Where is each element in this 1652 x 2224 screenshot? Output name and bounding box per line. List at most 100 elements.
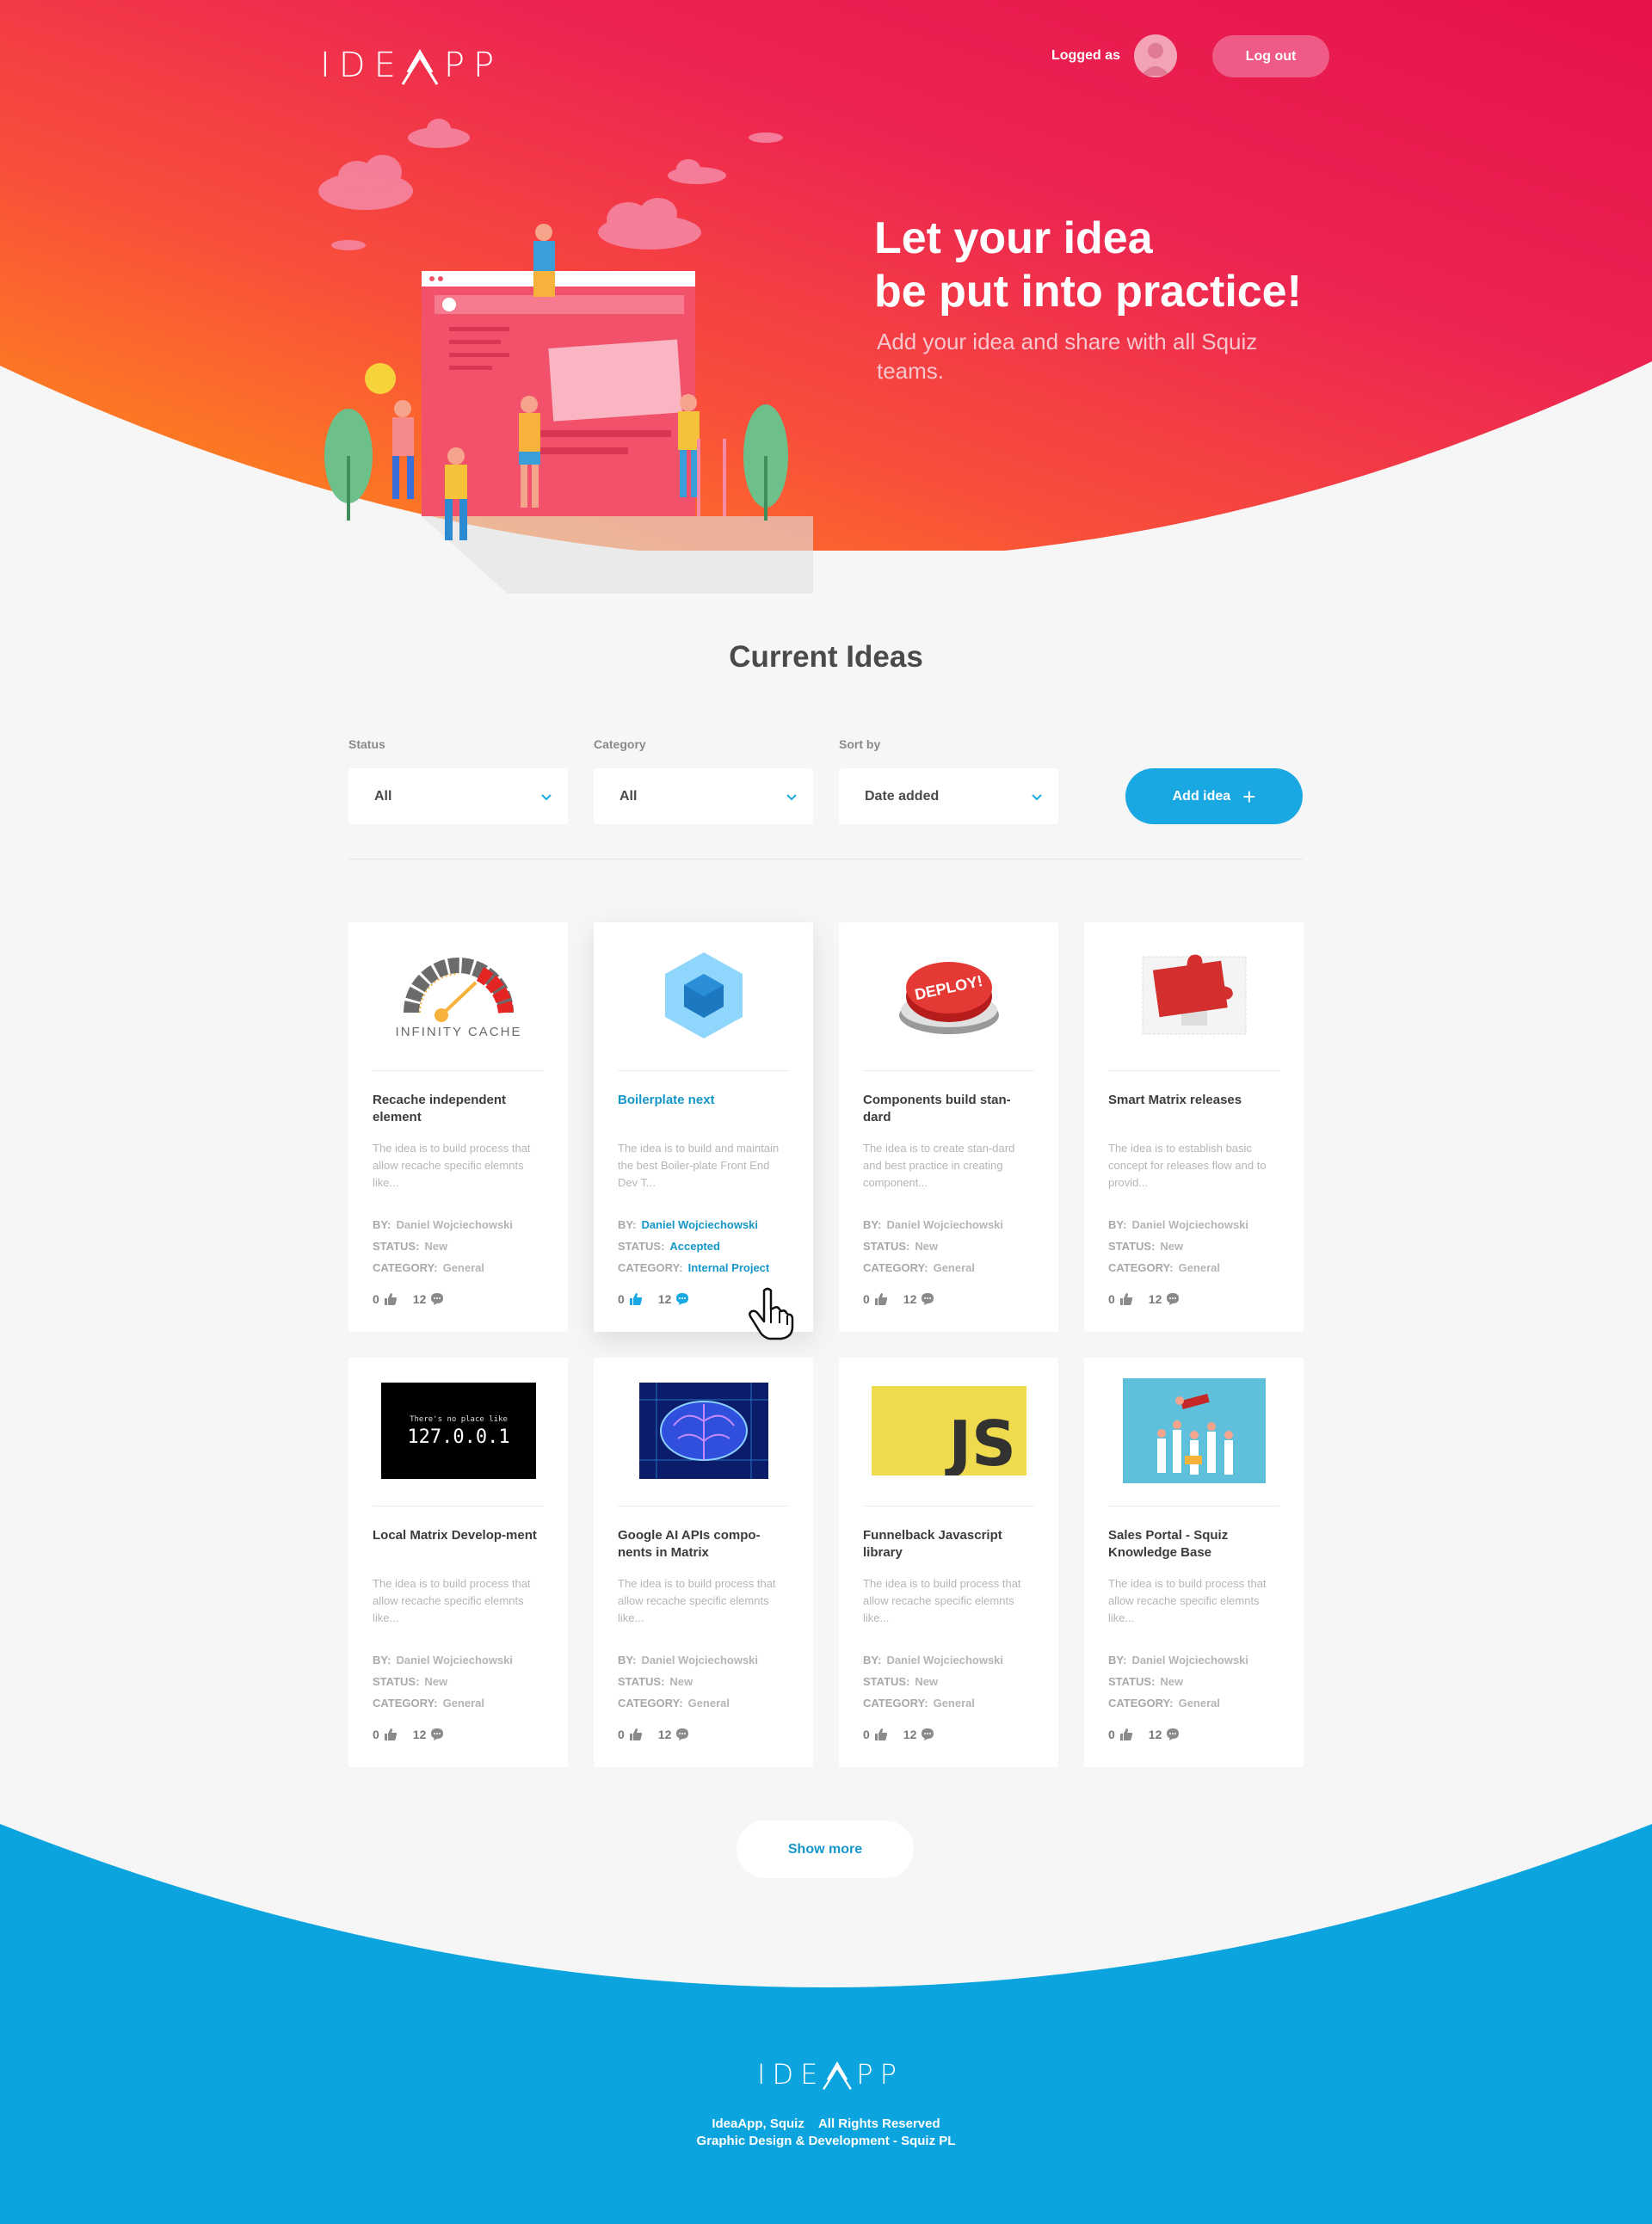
category-label: CATEGORY: [1108, 1697, 1174, 1710]
author-label: BY: [863, 1218, 882, 1231]
chevron-down-icon [541, 794, 552, 801]
idea-card[interactable]: DEPLOY! Components build stan-dard The i… [839, 922, 1058, 1332]
logout-button[interactable]: Log out [1212, 35, 1329, 77]
idea-card-category: CATEGORY: General [1108, 1261, 1293, 1274]
user-avatar-icon [1141, 43, 1170, 76]
sort-filter-label: Sort by [839, 737, 881, 751]
likes-count: 0 [618, 1292, 625, 1306]
footer-logo[interactable]: IDE PP [757, 2058, 903, 2091]
idea-card[interactable]: Boilerplate next The idea is to build an… [594, 922, 813, 1332]
idea-card-stats: 0 12 [618, 1292, 689, 1306]
comment-icon[interactable] [675, 1728, 689, 1741]
likes-count: 0 [863, 1292, 870, 1306]
comment-icon[interactable] [1166, 1728, 1180, 1741]
comment-icon[interactable] [921, 1728, 934, 1741]
idea-card-title[interactable]: Components build stan-dard [863, 1092, 1034, 1126]
category-value[interactable]: Internal Project [688, 1261, 770, 1274]
thumbs-up-icon[interactable] [1119, 1728, 1133, 1741]
app-logo[interactable]: IDE PP [320, 45, 502, 86]
thumbs-up-icon[interactable] [384, 1728, 398, 1741]
status-label: STATUS: [373, 1240, 420, 1253]
idea-card[interactable]: Smart Matrix releases The idea is to est… [1084, 922, 1304, 1332]
author-value[interactable]: Daniel Wojciechowski [641, 1218, 758, 1231]
thumbs-up-icon[interactable] [629, 1728, 643, 1741]
comment-icon[interactable] [1166, 1292, 1180, 1306]
idea-card-status: STATUS: New [1108, 1240, 1293, 1253]
idea-card-author: BY: Daniel Wojciechowski [863, 1654, 1048, 1666]
logo-a-mark-icon [823, 2061, 853, 2091]
idea-card-status: STATUS: New [373, 1240, 558, 1253]
category-label: CATEGORY: [373, 1697, 438, 1710]
status-label: STATUS: [1108, 1240, 1156, 1253]
comments-count: 12 [412, 1728, 427, 1741]
idea-card-description: The idea is to build process that allow … [1108, 1577, 1267, 1624]
category-select[interactable]: All [594, 768, 813, 824]
category-value: General [1178, 1261, 1221, 1274]
category-label: CATEGORY: [1108, 1261, 1174, 1274]
idea-card-category: CATEGORY: General [373, 1697, 558, 1710]
status-label: STATUS: [618, 1240, 665, 1253]
idea-card-stats: 0 12 [1108, 1728, 1180, 1741]
thumbs-up-icon[interactable] [874, 1292, 888, 1306]
footer-logo-text-right: PP [856, 2058, 903, 2091]
thumbs-up-icon[interactable] [1119, 1292, 1133, 1306]
user-avatar[interactable] [1134, 34, 1177, 77]
author-value: Daniel Wojciechowski [396, 1218, 514, 1231]
idea-card-image: INFINITY CACHE [373, 940, 544, 1051]
idea-card-title[interactable]: Sales Portal - Squiz Knowledge Base [1108, 1527, 1279, 1562]
idea-card-title[interactable]: Recache independent element [373, 1092, 544, 1126]
idea-card-stats: 0 12 [1108, 1292, 1180, 1306]
comments-count: 12 [1148, 1292, 1162, 1306]
likes-count: 0 [1108, 1728, 1115, 1741]
thumbs-up-icon[interactable] [874, 1728, 888, 1741]
idea-card-title[interactable]: Smart Matrix releases [1108, 1092, 1279, 1109]
status-value: New [669, 1675, 693, 1688]
author-value: Daniel Wojciechowski [886, 1654, 1004, 1666]
image-text: 127.0.0.1 [407, 1426, 509, 1448]
idea-card-image: DEPLOY! [863, 940, 1034, 1051]
idea-card-title[interactable]: Google AI APIs compo-nents in Matrix [618, 1527, 789, 1562]
comments-count: 12 [412, 1292, 427, 1306]
comment-icon[interactable] [430, 1728, 444, 1741]
idea-card-divider [373, 1070, 544, 1071]
idea-card[interactable]: Sales Portal - Squiz Knowledge Base The … [1084, 1358, 1304, 1767]
idea-card-title[interactable]: Funnelback Javascript library [863, 1527, 1034, 1562]
status-label: STATUS: [863, 1240, 910, 1253]
idea-card-status: STATUS: New [373, 1675, 558, 1688]
idea-card-category: CATEGORY: Internal Project [618, 1261, 803, 1274]
status-select[interactable]: All [348, 768, 568, 824]
idea-card-author: BY: Daniel Wojciechowski [863, 1218, 1048, 1231]
comment-icon[interactable] [675, 1292, 689, 1306]
show-more-button[interactable]: Show more [737, 1820, 914, 1878]
logo-text-left: IDE [320, 46, 404, 85]
logo-a-mark-icon [401, 49, 439, 85]
idea-card-description: The idea is to create stan-dard and best… [863, 1142, 1015, 1189]
idea-card[interactable]: JS Funnelback Javascript library The ide… [839, 1358, 1058, 1767]
comment-icon[interactable] [921, 1292, 934, 1306]
comments-count: 12 [903, 1728, 917, 1741]
idea-card-title[interactable]: Local Matrix Develop-ment [373, 1527, 544, 1544]
idea-card[interactable]: Google AI APIs compo-nents in Matrix The… [594, 1358, 813, 1767]
idea-card[interactable]: There's no place like 127.0.0.1 Local Ma… [348, 1358, 568, 1767]
status-label: STATUS: [373, 1675, 420, 1688]
comment-icon[interactable] [430, 1292, 444, 1306]
status-select-value: All [374, 788, 392, 804]
chevron-down-icon [1032, 794, 1042, 801]
thumbs-up-icon[interactable] [384, 1292, 398, 1306]
idea-card-title[interactable]: Boilerplate next [618, 1092, 789, 1109]
idea-card[interactable]: INFINITY CACHE Recache independent eleme… [348, 922, 568, 1332]
idea-card-divider [618, 1070, 789, 1071]
idea-card-description: The idea is to build process that allow … [618, 1577, 776, 1624]
sort-select[interactable]: Date added [839, 768, 1058, 824]
idea-card-author: BY: Daniel Wojciechowski [618, 1218, 803, 1231]
status-value: New [424, 1675, 448, 1688]
likes-count: 0 [618, 1728, 625, 1741]
author-value: Daniel Wojciechowski [1131, 1218, 1249, 1231]
idea-card-image [1108, 1375, 1279, 1487]
idea-card-stats: 0 12 [618, 1728, 689, 1741]
comments-count: 12 [903, 1292, 917, 1306]
add-idea-button[interactable]: Add idea + [1125, 768, 1303, 824]
thumbs-up-icon[interactable] [629, 1292, 643, 1306]
author-label: BY: [373, 1218, 391, 1231]
category-value: General [933, 1261, 976, 1274]
